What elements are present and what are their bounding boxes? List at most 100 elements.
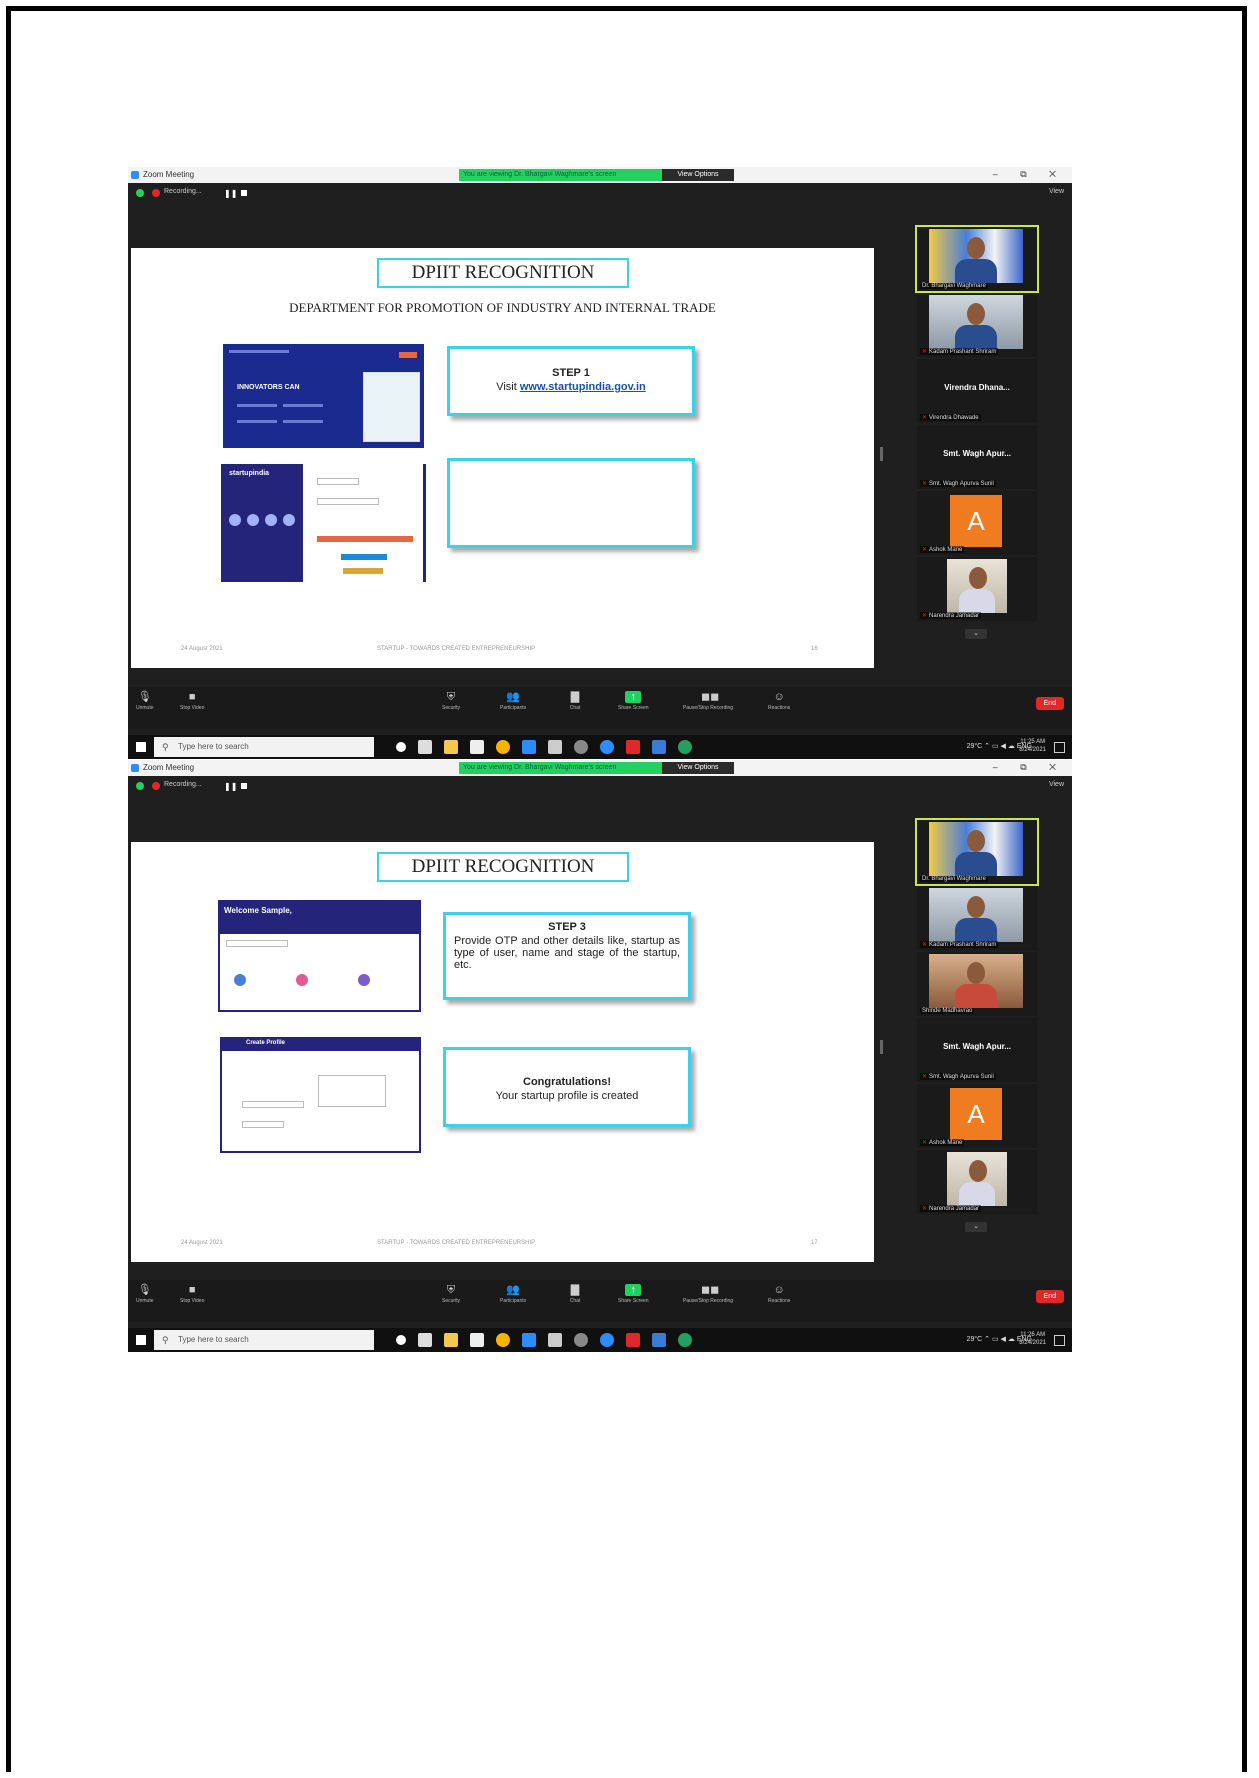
zoom-taskbar-icon[interactable]: [522, 740, 536, 754]
participant-tile[interactable]: Smt. Wagh Apur... ✕ Smt. Wagh Apurva Suni…: [917, 425, 1037, 489]
participant-name-text: Smt. Wagh Apurva Sunil: [929, 1074, 994, 1080]
photos-icon[interactable]: [652, 740, 666, 754]
notifications-icon[interactable]: [1054, 1335, 1065, 1346]
search-icon: ⚲: [162, 1335, 169, 1345]
app-icon[interactable]: [574, 1333, 588, 1347]
app-icon[interactable]: [678, 740, 692, 754]
participant-tile[interactable]: A ✕ Ashok Mane: [917, 491, 1037, 555]
participant-tile[interactable]: ✕ Kadam Prashant Shriram: [917, 293, 1037, 357]
view-options-button[interactable]: View Options: [662, 169, 734, 181]
window-controls[interactable]: – ⧉ ✕: [993, 762, 1066, 773]
participants-button[interactable]: 👥 Participants: [500, 691, 526, 711]
taskbar-clock[interactable]: 11:26 AM 8/24/2021: [1019, 1331, 1046, 1347]
app-icon[interactable]: [626, 1333, 640, 1347]
file-explorer-icon[interactable]: [444, 740, 458, 754]
share-screen-button[interactable]: ↑ Share Screen: [618, 691, 649, 711]
muted-mic-icon: ✕: [922, 481, 928, 487]
zoom-taskbar-icon[interactable]: [522, 1333, 536, 1347]
chat-button[interactable]: ▇ Chat: [568, 1284, 582, 1304]
cortana-icon[interactable]: [396, 1335, 406, 1345]
gallery-resize-handle[interactable]: [880, 447, 883, 461]
view-options-button[interactable]: View Options: [662, 762, 734, 774]
app-icon[interactable]: [678, 1333, 692, 1347]
chrome-icon[interactable]: [496, 1333, 510, 1347]
task-view-icon[interactable]: [418, 740, 432, 754]
share-screen-button[interactable]: ↑ Share Screen: [618, 1284, 649, 1304]
notifications-icon[interactable]: [1054, 742, 1065, 753]
profile-form: [318, 1075, 386, 1107]
unmute-button[interactable]: 🎙 Unmute: [136, 1284, 154, 1304]
file-explorer-icon[interactable]: [444, 1333, 458, 1347]
pause-recording-icon[interactable]: ❚❚: [224, 189, 237, 198]
unmute-label: Unmute: [136, 1298, 154, 1304]
participant-body: [959, 589, 995, 613]
stop-video-button[interactable]: ■ Stop Video: [180, 691, 204, 711]
store-icon[interactable]: [470, 740, 484, 754]
participant-tile[interactable]: ✕ Narendra Jamadar: [917, 1150, 1037, 1214]
window-controls[interactable]: – ⧉ ✕: [993, 169, 1066, 180]
participant-tile[interactable]: Virendra Dhana... ✕ Virendra Dhawade: [917, 359, 1037, 423]
edge-icon[interactable]: [600, 1333, 614, 1347]
participants-button[interactable]: 👥 Participants: [500, 1284, 526, 1304]
photos-icon[interactable]: [652, 1333, 666, 1347]
reactions-button[interactable]: ☺ Reactions: [768, 691, 790, 711]
chat-button[interactable]: ▇ Chat: [568, 691, 582, 711]
view-layout-button[interactable]: View: [1049, 188, 1064, 195]
pause-stop-recording-button[interactable]: ◼◼ Pause/Stop Recording: [683, 691, 733, 711]
participant-tile[interactable]: Dr. Bhargavi Waghmare: [915, 818, 1039, 886]
security-button[interactable]: ⛨ Security: [442, 1284, 460, 1304]
camera-app-icon[interactable]: [548, 740, 562, 754]
startupindia-link[interactable]: www.startupindia.gov.in: [520, 381, 646, 393]
security-shield-icon[interactable]: [136, 782, 144, 790]
security-button[interactable]: ⛨ Security: [442, 691, 460, 711]
windows-start-icon[interactable]: [136, 1335, 146, 1345]
video-camera-icon: ■: [188, 691, 196, 703]
congratulations-text: Your startup profile is created: [495, 1090, 639, 1102]
end-meeting-button[interactable]: End: [1035, 697, 1064, 710]
gallery-next-page-button[interactable]: ⌄: [965, 629, 987, 639]
participant-photo: [947, 1152, 1007, 1206]
taskbar-clock[interactable]: 11:25 AM 8/24/2021: [1019, 738, 1046, 754]
muted-mic-icon: ✕: [922, 1074, 928, 1080]
participant-tile[interactable]: ✕ Narendra Jamadar: [917, 557, 1037, 621]
end-meeting-button[interactable]: End: [1035, 1290, 1064, 1303]
app-icon[interactable]: [626, 740, 640, 754]
gallery-resize-handle[interactable]: [880, 1040, 883, 1054]
gallery-next-page-button[interactable]: ⌄: [965, 1222, 987, 1232]
participant-tile[interactable]: Dr. Bhargavi Waghmare: [915, 225, 1039, 293]
taskbar-search-input[interactable]: ⚲ Type here to search: [154, 1330, 374, 1350]
windows-start-icon[interactable]: [136, 742, 146, 752]
edge-icon[interactable]: [600, 740, 614, 754]
participant-tile[interactable]: Shinde Madhavrao: [917, 952, 1037, 1016]
stop-recording-icon[interactable]: [241, 783, 247, 789]
thumb-line: [237, 404, 277, 407]
congratulations-heading: Congratulations!: [523, 1076, 611, 1088]
taskbar-search-input[interactable]: ⚲ Type here to search: [154, 737, 374, 757]
task-view-icon[interactable]: [418, 1333, 432, 1347]
stop-video-button[interactable]: ■ Stop Video: [180, 1284, 204, 1304]
reactions-label: Reactions: [768, 705, 791, 711]
store-icon[interactable]: [470, 1333, 484, 1347]
participant-name: ✕ Ashok Mane: [920, 1139, 965, 1146]
recording-bar: Recording... ❚❚ View: [128, 776, 1072, 798]
participant-display-name: Virendra Dhana...: [944, 383, 1010, 392]
chrome-icon[interactable]: [496, 740, 510, 754]
unmute-button[interactable]: 🎙 Unmute: [136, 691, 154, 711]
reactions-button[interactable]: ☺ Reactions: [768, 1284, 790, 1304]
step-text: Visit: [496, 381, 517, 393]
view-layout-button[interactable]: View: [1049, 781, 1064, 788]
muted-mic-icon: ✕: [922, 942, 928, 948]
security-shield-icon[interactable]: [136, 189, 144, 197]
stop-recording-icon[interactable]: [241, 190, 247, 196]
welcome-header: Welcome Sample,: [220, 900, 419, 934]
participant-tile[interactable]: ✕ Kadam Prashant Shriram: [917, 886, 1037, 950]
camera-app-icon[interactable]: [548, 1333, 562, 1347]
cortana-icon[interactable]: [396, 742, 406, 752]
app-icon[interactable]: [574, 740, 588, 754]
clock-time: 11:26 AM: [1020, 1332, 1046, 1338]
share-screen-label: Share Screen: [618, 705, 649, 711]
pause-recording-icon[interactable]: ❚❚: [224, 782, 237, 791]
participant-tile[interactable]: Smt. Wagh Apur... ✕ Smt. Wagh Apurva Suni…: [917, 1018, 1037, 1082]
pause-stop-recording-button[interactable]: ◼◼ Pause/Stop Recording: [683, 1284, 733, 1304]
participant-tile[interactable]: A ✕ Ashok Mane: [917, 1084, 1037, 1148]
